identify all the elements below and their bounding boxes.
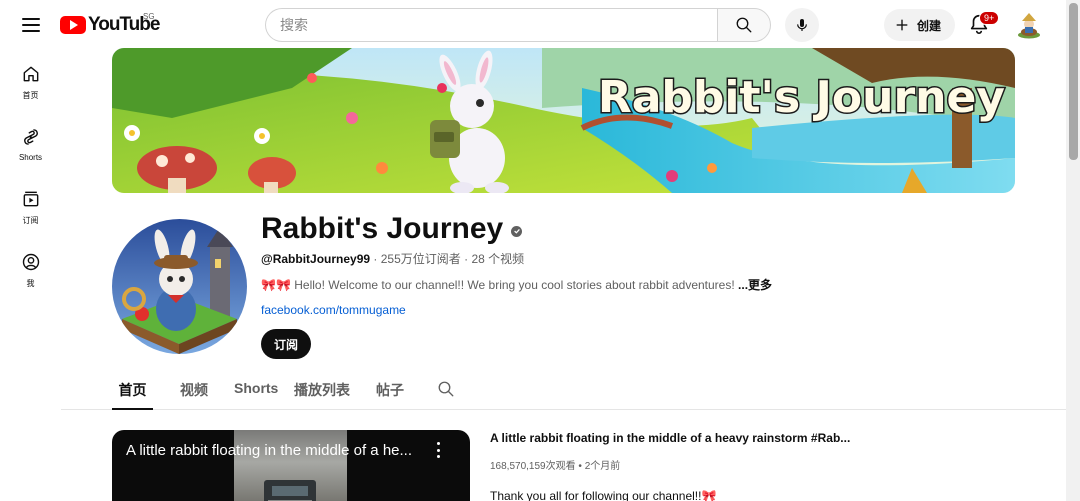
- channel-banner: Rabbit's Journey: [112, 48, 1015, 193]
- channel-external-link[interactable]: facebook.com/tommugame: [261, 303, 406, 317]
- rail-item-shorts[interactable]: Shorts: [0, 127, 61, 181]
- subscriptions-icon: [23, 191, 38, 207]
- rail-item-home[interactable]: 首页: [0, 64, 61, 118]
- rail-label-you: 我: [26, 279, 35, 288]
- meta-separator: ·: [460, 252, 472, 266]
- home-icon: [23, 66, 38, 82]
- description-emoji: 🎀🎀: [261, 278, 291, 292]
- channel-title: Rabbit's Journey: [261, 210, 523, 248]
- microphone-icon: [797, 19, 807, 31]
- featured-video-description: Thank you all for following our channel!…: [490, 489, 717, 501]
- channel-meta: @RabbitJourney99 · 255万位订阅者 · 28 个视频: [261, 252, 524, 266]
- video-views: 168,570,159次观看: [490, 461, 576, 472]
- tab-home[interactable]: 首页: [112, 380, 153, 410]
- more-link[interactable]: ...更多: [738, 278, 772, 292]
- you-icon: [22, 253, 39, 271]
- meta-separator: ·: [370, 252, 381, 266]
- create-label: 创建: [917, 18, 942, 33]
- search-icon: [736, 17, 752, 33]
- shorts-icon: [23, 129, 38, 145]
- channel-tabs: 首页 视频 Shorts 播放列表 帖子: [61, 370, 1066, 410]
- tab-playlists[interactable]: 播放列表: [294, 380, 350, 410]
- featured-video-meta: 168,570,159次观看 • 2个月前: [490, 460, 620, 473]
- subscriber-count: 255万位订阅者: [380, 252, 461, 266]
- video-age: 2个月前: [584, 461, 621, 472]
- notification-badge: 9+: [979, 11, 1000, 25]
- voice-search-button[interactable]: [785, 8, 819, 42]
- scrollbar-thumb[interactable]: [1069, 3, 1078, 160]
- menu-icon[interactable]: [17, 11, 45, 39]
- create-button[interactable]: 创建: [884, 9, 955, 41]
- subscribe-button[interactable]: 订阅: [261, 329, 311, 359]
- plus-icon: [896, 19, 908, 31]
- meta-separator: •: [575, 461, 585, 472]
- account-avatar[interactable]: [1016, 11, 1042, 39]
- search-button[interactable]: [717, 8, 771, 42]
- region-code: SG: [143, 12, 155, 21]
- page-scrollbar[interactable]: [1066, 0, 1080, 501]
- tab-search-button[interactable]: [437, 380, 455, 403]
- channel-name: Rabbit's Journey: [261, 212, 504, 245]
- banner-title: Rabbit's Journey: [596, 71, 1006, 125]
- search-input[interactable]: 搜索: [265, 8, 717, 42]
- tab-shorts[interactable]: Shorts: [234, 380, 278, 410]
- tab-videos[interactable]: 视频: [180, 380, 208, 410]
- rail-item-you[interactable]: 我: [0, 252, 61, 306]
- rail-item-subscriptions[interactable]: 订阅: [0, 189, 61, 243]
- description-text: Hello! Welcome to our channel!! We bring…: [290, 278, 739, 292]
- verified-badge-icon: [511, 225, 523, 237]
- video-overlay-title[interactable]: A little rabbit floating in the middle o…: [126, 442, 412, 459]
- rail-label-home: 首页: [22, 91, 39, 100]
- featured-video-player[interactable]: A little rabbit floating in the middle o…: [112, 430, 470, 501]
- rail-label-subscriptions: 订阅: [22, 216, 39, 225]
- channel-description[interactable]: 🎀🎀 Hello! Welcome to our channel!! We br…: [261, 278, 772, 292]
- video-count: 28 个视频: [471, 252, 525, 266]
- search-bar: 搜索: [265, 8, 771, 42]
- youtube-play-icon: [60, 16, 86, 34]
- more-options-icon[interactable]: [435, 442, 441, 458]
- rail-label-shorts: Shorts: [18, 153, 43, 162]
- video-thumbnail: [234, 430, 347, 501]
- channel-avatar: [112, 219, 247, 354]
- top-bar: YouTube SG 搜索 创建 9+: [0, 0, 1066, 50]
- featured-video-title[interactable]: A little rabbit floating in the middle o…: [490, 431, 850, 445]
- tab-posts[interactable]: 帖子: [376, 380, 404, 410]
- search-icon: [438, 381, 454, 397]
- channel-handle: @RabbitJourney99: [261, 252, 371, 266]
